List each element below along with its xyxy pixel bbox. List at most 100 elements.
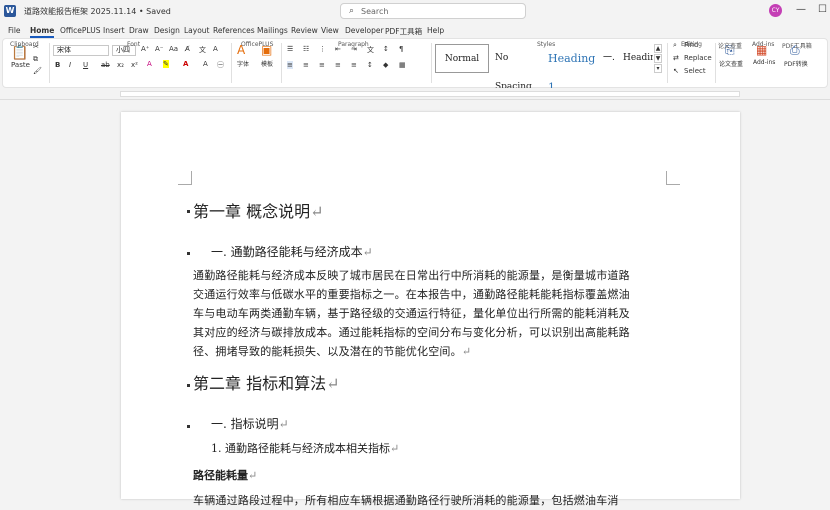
group-label: Clipboard	[10, 41, 39, 48]
style-chinese-list[interactable]: 一.	[603, 44, 621, 73]
numbering-icon[interactable]: ☷	[303, 45, 309, 53]
section-heading[interactable]: 一. 指标说明↵	[211, 415, 289, 432]
body-paragraph[interactable]: 车辆通过路段过程中，所有相应车辆根据通勤路径行驶所消耗的能源量，包括燃油车消	[193, 491, 671, 510]
tab-review[interactable]: Review	[291, 26, 318, 35]
styles-scroll-up[interactable]: ▲	[654, 44, 662, 53]
highlight-icon[interactable]: ✎	[163, 60, 169, 68]
superscript-button[interactable]: x²	[131, 61, 138, 69]
divider	[667, 43, 668, 83]
bullet-mark	[187, 384, 190, 387]
bold-button[interactable]: B	[55, 61, 60, 69]
format-painter-icon[interactable]: 🖌	[33, 67, 42, 75]
title-bar: W 道路效能报告框架 2025.11.14 • Saved ⌕ Search C…	[0, 0, 830, 22]
minimize-icon[interactable]: —	[796, 4, 806, 15]
copy-icon[interactable]: ⧉	[33, 55, 38, 64]
font-color-button[interactable]: A	[183, 60, 188, 68]
tab-home[interactable]: Home	[30, 26, 55, 38]
underline-button[interactable]: U	[83, 61, 88, 69]
list-item-text: 1. 通勤路径能耗与经济成本相关指标	[211, 442, 390, 455]
vertical-ruler[interactable]	[0, 100, 12, 499]
justify-icon[interactable]: ≡	[335, 61, 341, 69]
align-center-icon[interactable]: ≡	[303, 61, 309, 69]
group-label: Editing	[681, 41, 702, 48]
italic-button[interactable]: I	[69, 61, 71, 69]
line-spacing-icon[interactable]: ↕	[367, 61, 373, 69]
search-placeholder: Search	[361, 7, 389, 16]
shrink-font-icon[interactable]: A⁻	[155, 45, 163, 53]
officeplus-template-label[interactable]: 模板	[261, 59, 273, 68]
align-right-icon[interactable]: ≡	[319, 61, 325, 69]
tab-view[interactable]: View	[321, 26, 339, 35]
styles-scroll-down[interactable]: ▼	[654, 54, 662, 63]
show-marks-icon[interactable]: ¶	[399, 45, 403, 53]
paste-button[interactable]: Paste	[11, 61, 30, 69]
chapter-heading[interactable]: 第二章 指标和算法↵	[193, 370, 340, 394]
horizontal-ruler[interactable]	[0, 88, 830, 100]
paragraph-mark: ↵	[461, 345, 472, 358]
group-label: Add-ins	[752, 41, 775, 48]
phonetic-icon[interactable]: 文	[199, 45, 206, 55]
search-box[interactable]: ⌕ Search	[340, 3, 526, 19]
document-title: 道路效能报告框架 2025.11.14 • Saved	[24, 7, 171, 16]
tab-help[interactable]: Help	[427, 26, 444, 35]
sort-icon[interactable]: ↕	[383, 45, 389, 53]
clear-format-icon[interactable]: A̸	[185, 45, 190, 53]
distributed-icon[interactable]: ≡	[351, 61, 357, 69]
style-no-spacing[interactable]: No Spacing	[495, 44, 545, 92]
para-line: 通勤路径能耗与经济成本反映了城市居民在日常出行中所消耗的能源量，是衡量城市道路	[193, 269, 630, 282]
divider	[431, 43, 432, 83]
strikethrough-button[interactable]: ab	[101, 61, 110, 69]
subscript-button[interactable]: x₂	[117, 61, 124, 69]
char-border-icon[interactable]: A	[213, 45, 218, 53]
margin-mark	[666, 171, 680, 185]
align-left-icon[interactable]: ≡	[287, 61, 293, 69]
tab-pdf[interactable]: PDF工具箱	[385, 26, 422, 37]
font-name-box[interactable]: 宋体	[53, 45, 109, 56]
chapter-heading[interactable]: 第一章 概念说明↵	[193, 198, 324, 222]
borders-icon[interactable]: ▦	[399, 61, 406, 69]
tab-references[interactable]: References	[213, 26, 255, 35]
section-heading[interactable]: 一. 通勤路径能耗与经济成本↵	[211, 243, 373, 260]
style-heading[interactable]: Headin	[623, 44, 653, 73]
avatar[interactable]: CY	[769, 4, 782, 17]
addins-label[interactable]: Add-ins	[753, 59, 775, 66]
tab-layout[interactable]: Layout	[184, 26, 210, 35]
tab-mailings[interactable]: Mailings	[257, 26, 288, 35]
word-app-icon: W	[4, 5, 16, 17]
change-case-icon[interactable]: Aa	[169, 45, 178, 53]
tab-insert[interactable]: Insert	[103, 26, 125, 35]
plagiarism-check-label[interactable]: 论文查重	[719, 59, 743, 68]
multilevel-icon[interactable]: ⋮	[319, 45, 326, 53]
paragraph-mark: ↵	[390, 442, 400, 455]
para-line: 径、拥堵导致的能耗损失、以及潜在的节能优化空间。	[193, 345, 462, 358]
bullet-mark	[187, 210, 190, 213]
grow-font-icon[interactable]: A⁺	[141, 45, 149, 53]
select-button[interactable]: Select	[684, 67, 706, 75]
body-paragraph[interactable]: 通勤路径能耗与经济成本反映了城市居民在日常出行中所消耗的能源量，是衡量城市道路 …	[193, 266, 671, 361]
tab-design[interactable]: Design	[154, 26, 180, 35]
tab-officeplus[interactable]: OfficePLUS	[60, 26, 100, 35]
bullets-icon[interactable]: ☰	[287, 45, 293, 53]
officeplus-font-label[interactable]: 字体	[237, 59, 249, 68]
divider	[231, 43, 232, 83]
style-normal[interactable]: Normal	[435, 44, 489, 73]
list-item[interactable]: 1. 通勤路径能耗与经济成本相关指标↵	[211, 440, 399, 456]
tab-draw[interactable]: Draw	[129, 26, 149, 35]
document-page[interactable]: 第一章 概念说明↵ 一. 通勤路径能耗与经济成本↵ 通勤路径能耗与经济成本反映了…	[121, 112, 740, 507]
subheading[interactable]: 路径能耗量↵	[193, 467, 257, 483]
styles-more[interactable]: ▾	[654, 64, 662, 73]
text-effects-icon[interactable]: A	[147, 60, 152, 68]
group-label: Paragraph	[338, 41, 369, 48]
maximize-icon[interactable]: ☐	[818, 4, 827, 15]
replace-button[interactable]: Replace	[684, 54, 712, 62]
enclose-icon[interactable]: ㊀	[217, 60, 224, 70]
section1-text: 一. 通勤路径能耗与经济成本	[211, 245, 363, 259]
chapter2-text: 第二章 指标和算法	[193, 374, 327, 393]
pdf-convert-label[interactable]: PDF转换	[784, 59, 808, 68]
style-heading1[interactable]: Heading 1	[548, 44, 598, 94]
tab-developer[interactable]: Developer	[345, 26, 384, 35]
char-shading-icon[interactable]: A	[203, 60, 208, 68]
para-line: 交通运行效率与低碳水平的重要指标之一。在本报告中，通勤路径能耗能耗指标覆盖燃油	[193, 288, 630, 301]
shading-icon[interactable]: ◆	[383, 61, 388, 69]
tab-file[interactable]: File	[8, 26, 21, 35]
